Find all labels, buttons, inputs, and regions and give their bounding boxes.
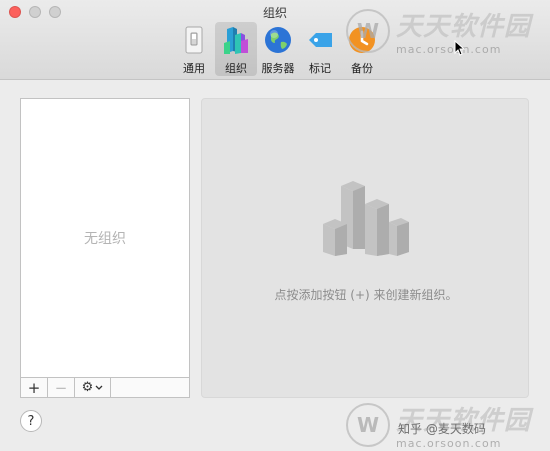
tag-icon xyxy=(305,25,335,55)
organization-detail-placeholder: 点按添加按钮 (+) 来创建新组织。 xyxy=(201,98,529,398)
tab-general-label: 通用 xyxy=(183,62,205,75)
blocks-icon xyxy=(221,25,251,55)
help-button[interactable]: ? xyxy=(20,410,42,432)
preferences-window: 组织 通用 组织 服务器 标记 备份 W 天天软件园 mac.orsoon.co… xyxy=(0,0,550,451)
create-organization-hint: 点按添加按钮 (+) 来创建新组织。 xyxy=(274,288,458,302)
organizations-placeholder-icon xyxy=(319,174,409,264)
tab-servers[interactable]: 服务器 xyxy=(257,22,299,76)
gear-icon: ⚙ xyxy=(81,380,94,395)
tab-organizations[interactable]: 组织 xyxy=(215,22,257,76)
watermark-brand: 天天软件园 xyxy=(396,12,532,42)
zhihu-watermark: 知乎 @麦天数码 xyxy=(398,422,486,436)
tab-tags[interactable]: 标记 xyxy=(299,22,341,76)
list-controls: + − ⚙ xyxy=(21,377,189,397)
cursor-icon xyxy=(454,40,466,56)
toolbar: 组织 通用 组织 服务器 标记 备份 W 天天软件园 mac.orsoon.co… xyxy=(0,0,550,80)
tab-servers-label: 服务器 xyxy=(261,62,295,75)
watermark-top: W 天天软件园 mac.orsoon.com xyxy=(346,6,531,56)
organization-list[interactable]: 无组织 + − ⚙ xyxy=(20,98,190,398)
tab-general[interactable]: 通用 xyxy=(173,22,215,76)
watermark-logo-icon-bottom: W xyxy=(346,403,390,447)
tab-tags-label: 标记 xyxy=(309,62,331,75)
remove-button[interactable]: − xyxy=(48,378,75,397)
watermark-url-bottom: mac.orsoon.com xyxy=(396,437,502,450)
tab-organizations-label: 组织 xyxy=(225,62,247,75)
globe-icon xyxy=(263,25,293,55)
action-menu-button[interactable]: ⚙ xyxy=(75,378,111,397)
list-empty-label: 无组织 xyxy=(84,231,126,247)
add-button[interactable]: + xyxy=(21,378,48,397)
tab-backup-label: 备份 xyxy=(351,62,373,75)
switch-icon xyxy=(179,25,209,55)
chevron-down-icon xyxy=(95,385,103,390)
watermark-logo-icon: W xyxy=(346,9,390,53)
